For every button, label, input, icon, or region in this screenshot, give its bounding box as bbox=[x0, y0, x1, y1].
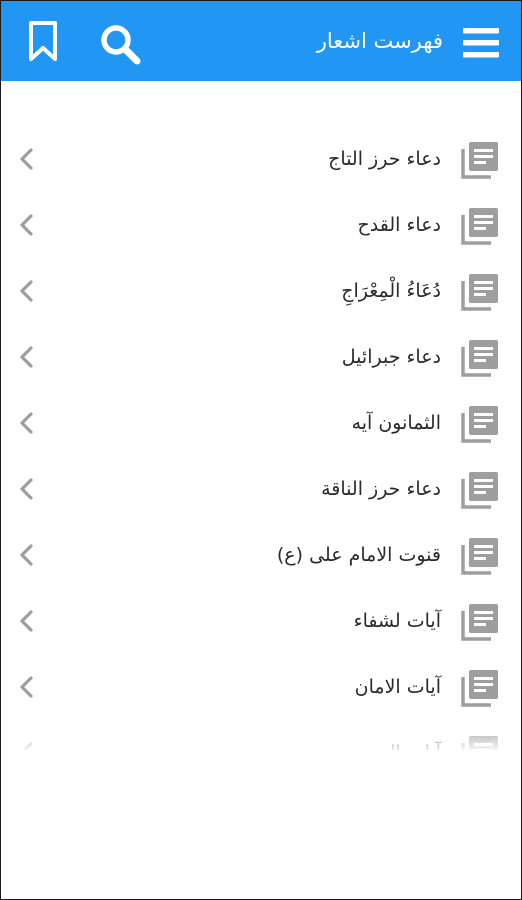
list-item-label: دعاء حرز الناقة bbox=[321, 478, 441, 500]
chevron-left-icon bbox=[20, 478, 33, 500]
document-stack-icon bbox=[461, 274, 498, 311]
search-icon[interactable] bbox=[97, 21, 143, 67]
document-stack-icon bbox=[461, 670, 498, 707]
list-item-label: دعاء القدح bbox=[357, 214, 441, 236]
list-item[interactable]: دُعَاءُ الْمِعْرَاجِ bbox=[1, 258, 521, 324]
list-item-label: قنوت الامام علی (ع) bbox=[276, 544, 441, 566]
chevron-left-icon bbox=[20, 280, 33, 302]
list-item[interactable]: دعاء القدح bbox=[1, 192, 521, 258]
list-item[interactable]: الثمانون آیه bbox=[1, 390, 521, 456]
list-item[interactable]: آیات الامان bbox=[1, 654, 521, 720]
list-item[interactable]: دعاء حرز التاج bbox=[1, 126, 521, 192]
page-title: فهرست اشعار bbox=[316, 29, 443, 53]
list-item-label: آیات الحرز bbox=[358, 739, 441, 750]
list-item-label: آیات الامان bbox=[354, 676, 441, 698]
list-item[interactable]: دعاء جبرائیل bbox=[1, 324, 521, 390]
list-item-label: دعاء حرز التاج bbox=[328, 148, 441, 170]
document-stack-icon bbox=[461, 604, 498, 641]
chevron-left-icon bbox=[22, 742, 33, 750]
list-item-label: آیات لشفاء bbox=[353, 610, 441, 632]
list-item-label: دُعَاءُ الْمِعْرَاجِ bbox=[341, 280, 441, 302]
document-stack-icon bbox=[461, 736, 498, 750]
document-stack-icon bbox=[461, 208, 498, 245]
poem-index-list[interactable]: دعاء حرز التاج دعاء القدح دُعَاءُ الْمِعْر… bbox=[1, 82, 521, 750]
top-app-bar: فهرست اشعار bbox=[1, 1, 521, 81]
list-item[interactable]: دعاء حرز الناقة bbox=[1, 456, 521, 522]
chevron-left-icon bbox=[20, 544, 33, 566]
chevron-left-icon bbox=[20, 412, 33, 434]
app-frame: فهرست اشعار دعاء حرز التاج دعاء القدح دُعَ… bbox=[0, 0, 522, 900]
document-stack-icon bbox=[461, 472, 498, 509]
bookmark-icon[interactable] bbox=[23, 19, 63, 63]
list-item[interactable]: آیات الحرز bbox=[1, 720, 521, 750]
chevron-left-icon bbox=[20, 148, 33, 170]
list-item[interactable]: قنوت الامام علی (ع) bbox=[1, 522, 521, 588]
chevron-left-icon bbox=[20, 214, 33, 236]
document-stack-icon bbox=[461, 142, 498, 179]
list-item[interactable]: آیات لشفاء bbox=[1, 588, 521, 654]
document-stack-icon bbox=[461, 538, 498, 575]
chevron-left-icon bbox=[20, 610, 33, 632]
document-stack-icon bbox=[461, 340, 498, 377]
hamburger-menu-icon[interactable] bbox=[461, 25, 501, 61]
document-stack-icon bbox=[461, 406, 498, 443]
chevron-left-icon bbox=[20, 676, 33, 698]
list-item-label: الثمانون آیه bbox=[351, 412, 441, 434]
chevron-left-icon bbox=[20, 346, 33, 368]
list-item-label: دعاء جبرائیل bbox=[341, 346, 441, 368]
